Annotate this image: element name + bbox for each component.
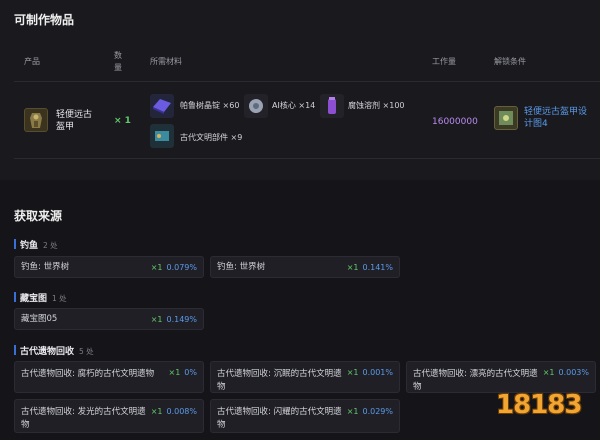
source-item[interactable]: 藏宝图05 ×1 0.149% bbox=[14, 308, 204, 330]
material-name[interactable]: 腐蚀溶剂 ×100 bbox=[348, 100, 405, 111]
product-qty: × 1 bbox=[114, 116, 131, 126]
header-work: 工作量 bbox=[432, 57, 456, 66]
blueprint-icon bbox=[494, 106, 518, 130]
source-item[interactable]: 古代遗物回收: 腐朽的古代文明遗物 ×1 0% bbox=[14, 361, 204, 393]
divider bbox=[14, 158, 600, 159]
product-name[interactable]: 轻便远古盔甲 bbox=[56, 109, 96, 133]
crystal-ingot-icon bbox=[150, 94, 174, 118]
work-amount: 16000000 bbox=[432, 117, 478, 127]
header-unlock: 解锁条件 bbox=[494, 57, 526, 66]
ai-core-icon bbox=[244, 94, 268, 118]
header-product: 产品 bbox=[24, 57, 40, 66]
source-item[interactable]: 古代遗物回收: 闪耀的古代文明遗物 ×1 0.029% bbox=[210, 399, 400, 433]
header-qty: 数量 bbox=[114, 51, 122, 72]
source-item[interactable]: 古代遗物回收: 发光的古代文明遗物 ×1 0.008% bbox=[14, 399, 204, 433]
material-name[interactable]: AI核心 ×14 bbox=[272, 100, 315, 111]
product-icon bbox=[24, 108, 48, 132]
group-relic-recycle: 古代遗物回收 5 处 bbox=[14, 344, 94, 357]
group-fishing: 钓鱼 2 处 bbox=[14, 238, 58, 251]
material-name[interactable]: 帕鲁树晶锭 ×60 bbox=[180, 100, 239, 111]
corrosive-solvent-icon bbox=[320, 94, 344, 118]
header-materials: 所需材料 bbox=[150, 57, 182, 66]
material-name[interactable]: 古代文明部件 ×9 bbox=[180, 132, 242, 143]
watermark-logo: 18183 bbox=[496, 390, 582, 420]
source-item[interactable]: 钓鱼: 世界树 ×1 0.079% bbox=[14, 256, 204, 278]
source-item[interactable]: 古代遗物回收: 沉眠的古代文明遗物 ×1 0.001% bbox=[210, 361, 400, 393]
craftable-panel: 可制作物品 产品 数量 所需材料 工作量 解锁条件 轻便远古盔甲 × 1 帕鲁树… bbox=[0, 0, 600, 180]
divider bbox=[14, 81, 600, 82]
ancient-part-icon bbox=[150, 124, 174, 148]
craftable-title: 可制作物品 bbox=[14, 13, 75, 27]
source-item[interactable]: 钓鱼: 世界树 ×1 0.141% bbox=[210, 256, 400, 278]
source-item[interactable]: 古代遗物回收: 漂亮的古代文明遗物 ×1 0.003% bbox=[406, 361, 596, 393]
unlock-link[interactable]: 轻便远古盔甲设计图4 bbox=[524, 106, 594, 130]
sources-title: 获取来源 bbox=[14, 209, 63, 223]
group-treasure-map: 藏宝图 1 处 bbox=[14, 291, 67, 304]
